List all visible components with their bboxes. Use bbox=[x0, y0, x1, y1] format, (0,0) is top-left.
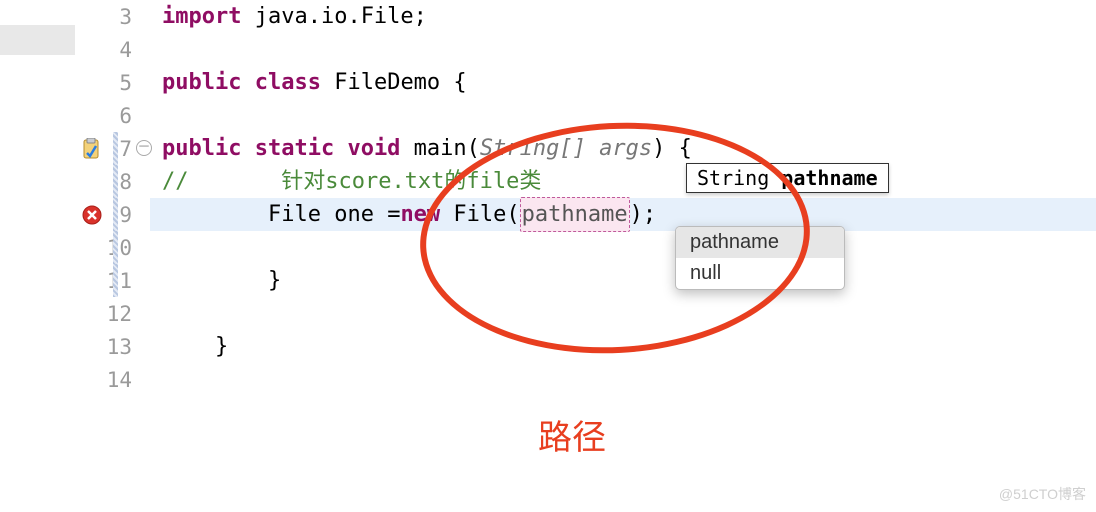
clipboard-icon bbox=[78, 132, 106, 165]
gutter-row[interactable]: 3 bbox=[0, 0, 150, 33]
comment-text: 针对score.txt的file类 bbox=[189, 165, 542, 198]
class-name: FileDemo bbox=[321, 66, 453, 99]
code-text: java.io.File; bbox=[241, 0, 426, 33]
line-number: 4 bbox=[102, 38, 132, 62]
change-marker bbox=[113, 264, 118, 297]
code-area[interactable]: import java.io.File; public class FileDe… bbox=[150, 0, 1096, 512]
code-line[interactable] bbox=[150, 99, 1096, 132]
gutter-row[interactable]: 8 bbox=[0, 165, 150, 198]
code-line[interactable]: public class FileDemo { bbox=[150, 66, 1096, 99]
brace: } bbox=[162, 330, 228, 363]
keyword: public bbox=[162, 132, 241, 165]
code-line[interactable] bbox=[150, 33, 1096, 66]
selected-argument[interactable]: pathname bbox=[520, 197, 630, 232]
keyword: public bbox=[162, 66, 241, 99]
gutter-row[interactable]: 6 bbox=[0, 99, 150, 132]
change-marker bbox=[113, 165, 118, 198]
code-line[interactable]: } bbox=[150, 264, 1096, 297]
parameter-info-tooltip: String pathname bbox=[686, 163, 889, 193]
param-type: String[] bbox=[480, 132, 586, 165]
annotation-label: 路径 bbox=[538, 410, 606, 459]
gutter-row[interactable]: 10 bbox=[0, 231, 150, 264]
gutter-row[interactable]: 12 bbox=[0, 297, 150, 330]
keyword: import bbox=[162, 0, 241, 33]
keyword: static bbox=[241, 132, 334, 165]
gutter-row[interactable]: 14 bbox=[0, 363, 150, 396]
tooltip-type: String bbox=[697, 166, 781, 190]
method-name: main bbox=[400, 132, 466, 165]
gutter-row[interactable]: 7 － bbox=[0, 132, 150, 165]
code-line[interactable] bbox=[150, 363, 1096, 396]
line-number: 3 bbox=[102, 5, 132, 29]
code-line[interactable] bbox=[150, 231, 1096, 264]
comment-slash: // bbox=[162, 165, 189, 198]
change-marker bbox=[113, 198, 118, 231]
param-name: args bbox=[586, 132, 652, 165]
brace: } bbox=[162, 264, 281, 297]
gutter-row[interactable]: 11 bbox=[0, 264, 150, 297]
keyword: void bbox=[334, 132, 400, 165]
change-marker bbox=[113, 132, 118, 165]
brace: { bbox=[453, 66, 466, 99]
error-icon[interactable] bbox=[78, 198, 106, 231]
gutter-row[interactable]: 5 bbox=[0, 66, 150, 99]
gutter-row[interactable]: 4 bbox=[0, 33, 150, 66]
change-marker bbox=[113, 231, 118, 264]
code-line[interactable]: public static void main(String[] args) { bbox=[150, 132, 1096, 165]
keyword: class bbox=[241, 66, 320, 99]
code-line[interactable] bbox=[150, 297, 1096, 330]
watermark: @51CTO博客 bbox=[999, 484, 1086, 504]
line-number: 13 bbox=[102, 335, 132, 359]
brace: { bbox=[679, 132, 692, 165]
line-number: 14 bbox=[102, 368, 132, 392]
line-number: 12 bbox=[102, 302, 132, 326]
gutter-row[interactable]: 9 bbox=[0, 198, 150, 231]
code-line-active[interactable]: File one =new File(pathname); bbox=[150, 198, 1096, 231]
code-line[interactable]: import java.io.File; bbox=[150, 0, 1096, 33]
code-line[interactable]: // 针对score.txt的file类 bbox=[150, 165, 1096, 198]
autocomplete-item[interactable]: pathname bbox=[676, 227, 844, 258]
keyword: new bbox=[400, 198, 453, 231]
line-number: 5 bbox=[102, 71, 132, 95]
line-number: 6 bbox=[102, 104, 132, 128]
tooltip-param: pathname bbox=[781, 166, 877, 190]
autocomplete-popup[interactable]: pathname null bbox=[675, 226, 845, 290]
gutter-row[interactable]: 13 bbox=[0, 330, 150, 363]
autocomplete-item[interactable]: null bbox=[676, 258, 844, 289]
gutter: 3 4 5 6 7 － 8 9 10 11 12 13 14 bbox=[0, 0, 150, 512]
code-line[interactable]: } bbox=[150, 330, 1096, 363]
